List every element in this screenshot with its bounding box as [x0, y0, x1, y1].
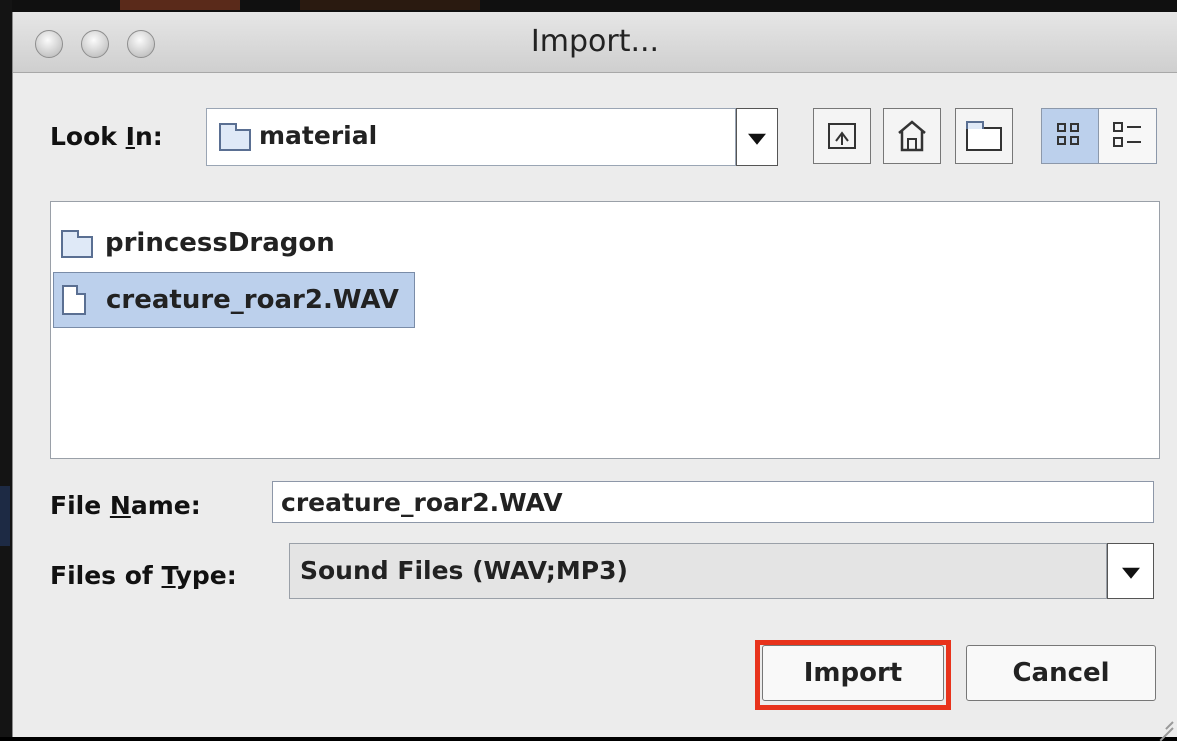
- look-in-label: Look In:: [50, 122, 163, 151]
- resize-grip-icon[interactable]: [1151, 711, 1174, 741]
- look-in-dropdown-arrow[interactable]: [736, 108, 778, 166]
- file-name-label: File Name:: [50, 491, 201, 520]
- file-item-name: creature_roar2.WAV: [106, 285, 399, 315]
- list-item-file-selected[interactable]: creature_roar2.WAV: [53, 272, 415, 328]
- home-icon: [896, 119, 928, 153]
- view-toggle-group: [1041, 108, 1157, 164]
- folder-icon: [219, 123, 251, 151]
- file-name-field[interactable]: [272, 481, 1154, 523]
- list-item-folder[interactable]: princessDragon: [53, 216, 453, 272]
- list-view-icon: [1057, 123, 1083, 149]
- files-of-type-combobox[interactable]: Sound Files (WAV;MP3): [289, 543, 1107, 599]
- document-icon: [62, 285, 86, 315]
- title-bar[interactable]: Import...: [13, 12, 1177, 73]
- list-view-button[interactable]: [1042, 109, 1099, 163]
- files-of-type-dropdown-arrow[interactable]: [1107, 543, 1154, 599]
- up-folder-icon: [828, 123, 856, 149]
- window-title: Import...: [530, 24, 660, 59]
- background-desktop: [0, 0, 1177, 12]
- file-item-name: princessDragon: [105, 228, 335, 258]
- cancel-button[interactable]: Cancel: [966, 645, 1156, 701]
- files-of-type-label: Files of Type:: [50, 561, 237, 590]
- files-of-type-value: Sound Files (WAV;MP3): [300, 556, 628, 585]
- import-dialog: Import... Look In: material princessDrag…: [12, 12, 1177, 741]
- up-folder-button[interactable]: [813, 108, 871, 164]
- folder-icon: [61, 230, 93, 258]
- file-name-input[interactable]: [273, 482, 1153, 522]
- look-in-value: material: [259, 121, 378, 150]
- import-button-highlight: [755, 640, 951, 710]
- file-list[interactable]: princessDragon creature_roar2.WAV: [50, 201, 1160, 459]
- background-left-edge: [0, 0, 12, 737]
- look-in-combobox[interactable]: material: [206, 108, 736, 166]
- details-view-icon: [1113, 122, 1141, 150]
- home-button[interactable]: [883, 108, 941, 164]
- new-folder-icon: [966, 121, 1002, 151]
- new-folder-button[interactable]: [955, 108, 1013, 164]
- details-view-button[interactable]: [1099, 109, 1156, 163]
